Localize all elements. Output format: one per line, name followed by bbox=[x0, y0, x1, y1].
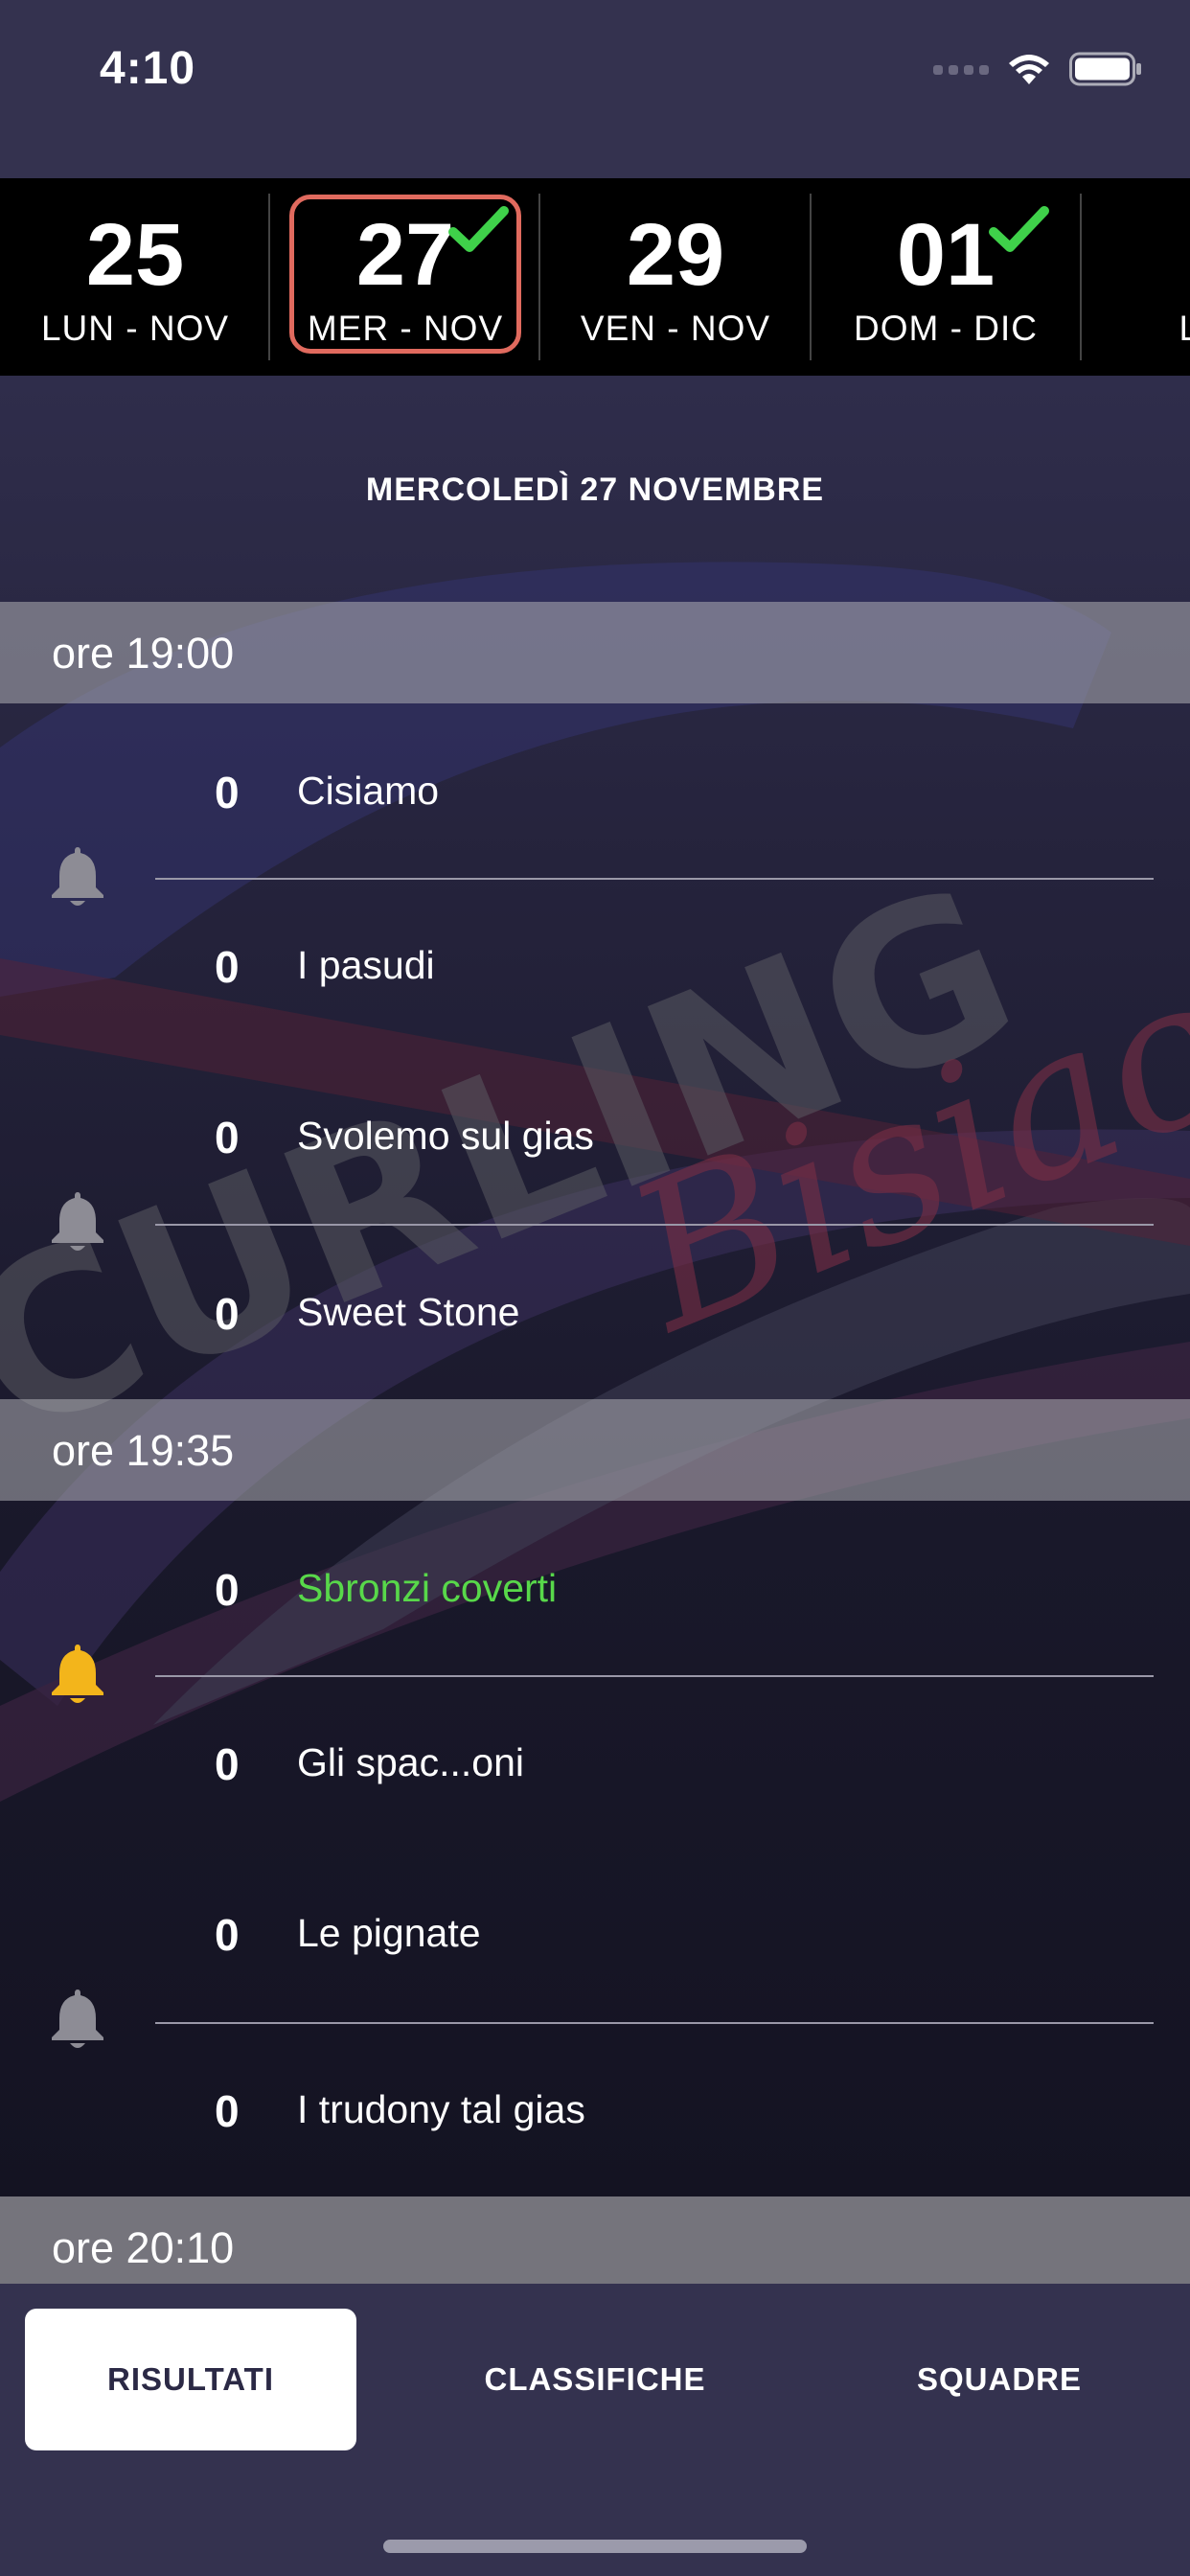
time-slot-header: ore 19:00 bbox=[0, 602, 1190, 703]
time-slot-label: ore 20:10 bbox=[52, 2223, 235, 2272]
bell-icon[interactable] bbox=[48, 1188, 107, 1254]
date-day-number: 0 bbox=[1081, 211, 1190, 299]
team-name: I pasudi bbox=[297, 943, 435, 987]
tab-bar: RISULTATI CLASSIFICHE SQUADRE bbox=[0, 2284, 1190, 2576]
time-slot-header: ore 19:35 bbox=[0, 1399, 1190, 1501]
date-weekday-month: LUN - NOV bbox=[40, 309, 230, 348]
team-score: 0 bbox=[215, 1565, 240, 1615]
time-slot-label: ore 19:00 bbox=[52, 629, 235, 678]
team-name: I trudony tal gias bbox=[297, 2087, 585, 2131]
team-name: Svolemo sul gias bbox=[297, 1114, 594, 1158]
match-divider bbox=[155, 1675, 1154, 1677]
date-weekday-month: MER - NOV bbox=[307, 309, 504, 348]
tab-risultati[interactable]: RISULTATI bbox=[25, 2309, 356, 2450]
date-item-27[interactable]: 27 MER - NOV bbox=[270, 178, 540, 376]
date-item-25[interactable]: 25 LUN - NOV bbox=[0, 178, 270, 376]
team-row[interactable]: 0 I trudony tal gias bbox=[0, 2072, 1190, 2149]
team-name: Gli spac...oni bbox=[297, 1740, 524, 1784]
status-time: 4:10 bbox=[100, 43, 196, 94]
checkmark-icon bbox=[448, 206, 509, 252]
team-row[interactable]: 0 I pasudi bbox=[0, 928, 1190, 1004]
team-score: 0 bbox=[215, 768, 240, 817]
bell-icon[interactable] bbox=[48, 1986, 107, 2051]
cellular-signal-icon bbox=[933, 65, 989, 75]
team-name: Sweet Stone bbox=[297, 1290, 520, 1334]
team-row[interactable]: 0 Sbronzi coverti bbox=[0, 1551, 1190, 1627]
team-row[interactable]: 0 Svolemo sul gias bbox=[0, 1098, 1190, 1175]
bell-icon-active[interactable] bbox=[48, 1641, 107, 1706]
date-day-number: 29 bbox=[626, 206, 725, 304]
checkmark-icon bbox=[989, 206, 1049, 252]
team-name: Le pignate bbox=[297, 1911, 481, 1955]
battery-icon bbox=[1069, 52, 1141, 86]
team-score: 0 bbox=[215, 942, 240, 992]
tab-classifiche[interactable]: CLASSIFICHE bbox=[429, 2309, 761, 2450]
time-slot-label: ore 19:35 bbox=[52, 1426, 235, 1475]
team-name-highlighted: Sbronzi coverti bbox=[297, 1566, 558, 1610]
day-title: MERCOLEDÌ 27 NOVEMBRE bbox=[365, 472, 825, 508]
home-indicator bbox=[383, 2540, 807, 2553]
team-score: 0 bbox=[215, 1289, 240, 1339]
date-item-01[interactable]: 01 DOM - DIC bbox=[811, 178, 1081, 376]
team-row[interactable]: 0 Gli spac...oni bbox=[0, 1725, 1190, 1802]
team-score: 0 bbox=[215, 2086, 240, 2136]
date-weekday-month: VEN - NOV bbox=[580, 309, 771, 348]
status-bar: 4:10 bbox=[0, 0, 1190, 178]
team-score: 0 bbox=[215, 1739, 240, 1789]
status-icons bbox=[933, 52, 1142, 86]
team-score: 0 bbox=[215, 1113, 240, 1162]
team-name: Cisiamo bbox=[297, 769, 440, 813]
team-row[interactable]: 0 Sweet Stone bbox=[0, 1275, 1190, 1351]
date-day-number: 25 bbox=[85, 206, 185, 304]
match-divider bbox=[155, 878, 1154, 880]
date-item-next[interactable]: 0 LUN bbox=[1081, 178, 1190, 376]
bell-icon[interactable] bbox=[48, 843, 107, 908]
team-row[interactable]: 0 Le pignate bbox=[0, 1896, 1190, 1972]
tab-squadre[interactable]: SQUADRE bbox=[834, 2309, 1165, 2450]
date-weekday-month: DOM - DIC bbox=[854, 309, 1038, 348]
match-divider bbox=[155, 1224, 1154, 1226]
match-divider bbox=[155, 2022, 1154, 2024]
date-item-29[interactable]: 29 VEN - NOV bbox=[540, 178, 811, 376]
date-selector[interactable]: 25 LUN - NOV 27 MER - NOV 29 VEN - NOV 0… bbox=[0, 178, 1190, 376]
wifi-icon bbox=[1009, 55, 1049, 84]
date-weekday-month: LUN bbox=[1179, 309, 1190, 348]
team-score: 0 bbox=[215, 1910, 240, 1960]
team-row[interactable]: 0 Cisiamo bbox=[0, 753, 1190, 830]
